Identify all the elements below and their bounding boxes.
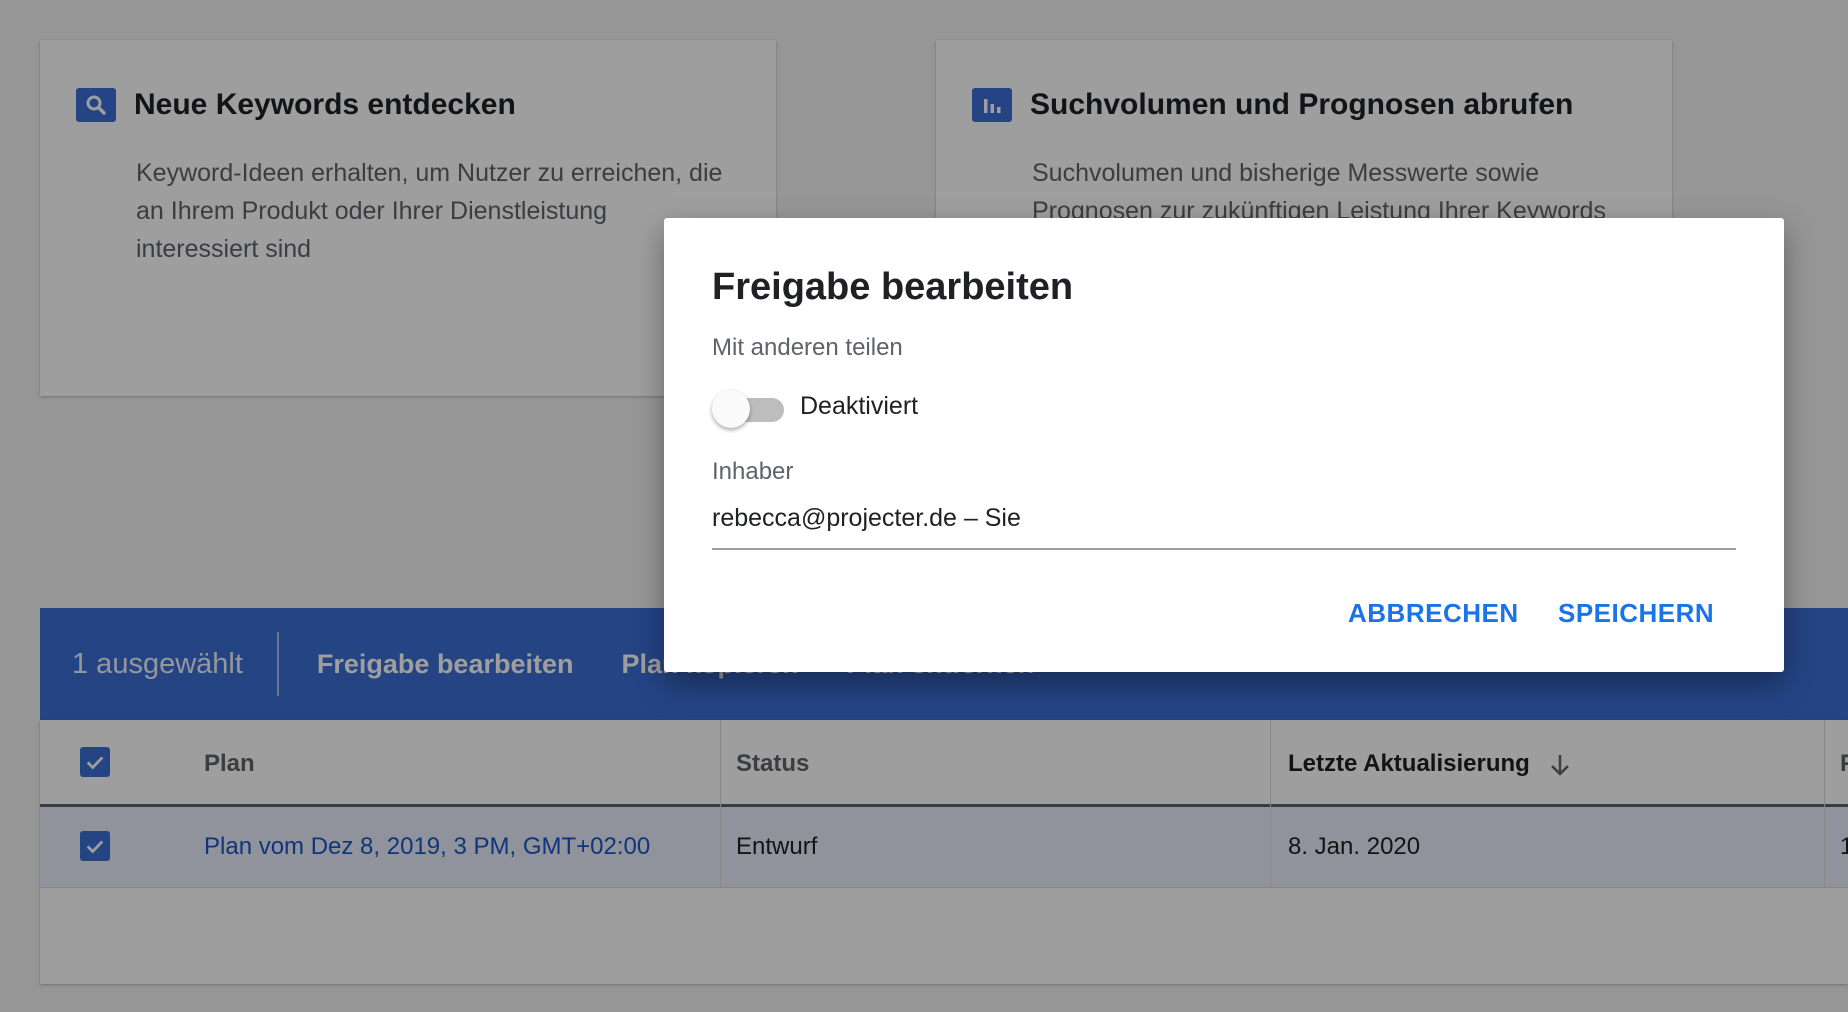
owner-field: rebecca@projecter.de – Sie <box>712 500 1736 550</box>
owner-label: Inhaber <box>712 458 794 485</box>
save-button[interactable]: SPEICHERN <box>1558 598 1714 629</box>
cancel-button[interactable]: ABBRECHEN <box>1348 598 1519 629</box>
share-toggle[interactable] <box>712 388 788 428</box>
share-label: Mit anderen teilen <box>712 334 903 361</box>
page: Neue Keywords entdecken Keyword-Ideen er… <box>0 0 1848 1012</box>
toggle-thumb <box>712 390 750 428</box>
owner-value: rebecca@projecter.de – Sie <box>712 504 1021 532</box>
toggle-state-label: Deaktiviert <box>800 392 919 420</box>
dialog-title: Freigabe bearbeiten <box>712 266 1074 308</box>
edit-sharing-dialog: Freigabe bearbeiten Mit anderen teilen D… <box>664 218 1784 672</box>
